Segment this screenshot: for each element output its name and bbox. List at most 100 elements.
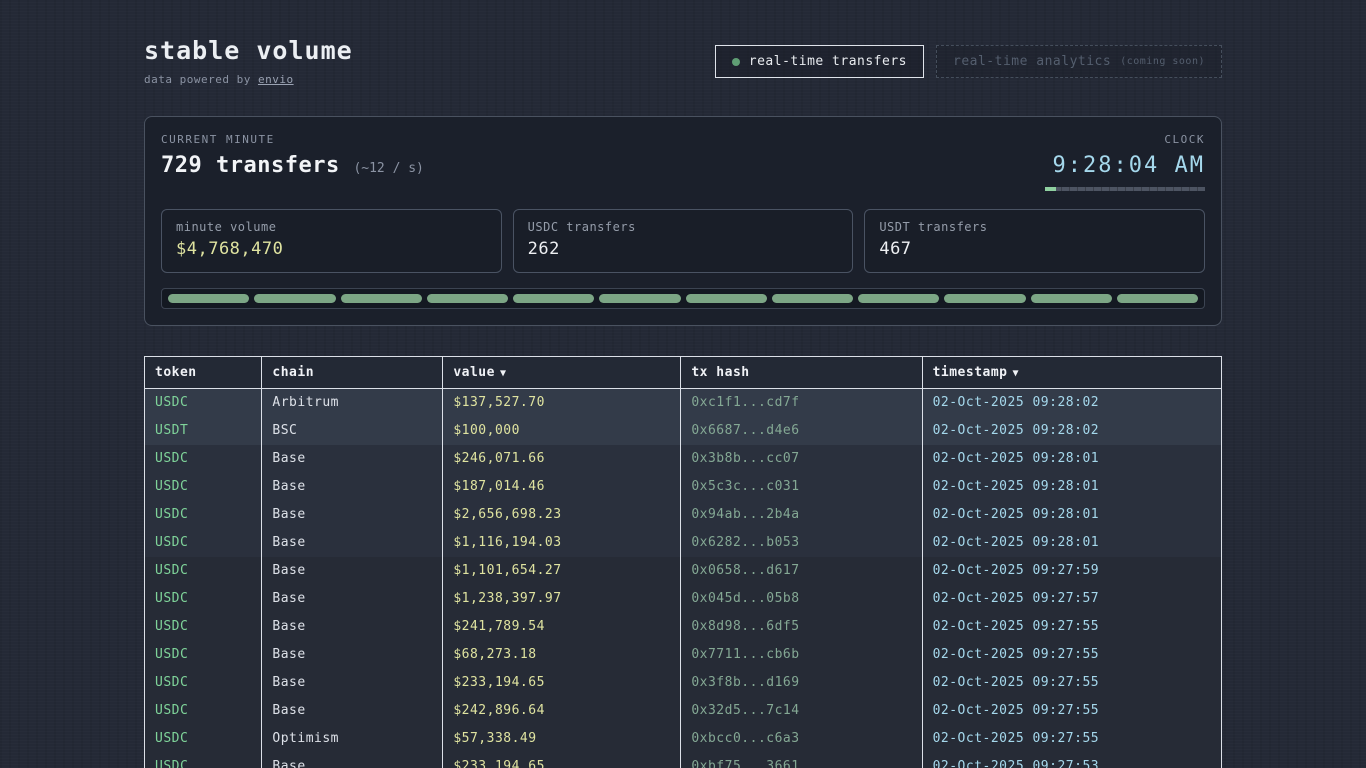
transfers-table-body: USDCArbitrum$137,527.700xc1f1...cd7f02-O… [145, 389, 1222, 768]
tab-real-time-transfers[interactable]: real-time transfers [715, 45, 924, 78]
table-row[interactable]: USDTBSC$100,0000x6687...d4e602-Oct-2025 … [145, 417, 1222, 445]
table-row[interactable]: USDCBase$1,101,654.270x0658...d61702-Oct… [145, 557, 1222, 585]
cell-timestamp: 02-Oct-2025 09:28:01 [922, 501, 1221, 529]
clock-label: CLOCK [1045, 133, 1205, 146]
live-dot-icon [732, 58, 740, 66]
table-row[interactable]: USDCBase$1,238,397.970x045d...05b802-Oct… [145, 585, 1222, 613]
column-header-token[interactable]: token [145, 357, 262, 389]
cell-value: $187,014.46 [443, 473, 681, 501]
cell-chain: Base [262, 445, 443, 473]
cell-chain: BSC [262, 417, 443, 445]
clock-progress-fill [1045, 187, 1056, 191]
cell-hash[interactable]: 0x0658...d617 [681, 557, 922, 585]
table-row[interactable]: USDCBase$187,014.460x5c3c...c03102-Oct-2… [145, 473, 1222, 501]
cell-chain: Base [262, 501, 443, 529]
cell-token: USDC [145, 725, 262, 753]
header: stable volume data powered by envio real… [144, 36, 1222, 86]
usdt-transfers-value: 467 [879, 239, 1190, 259]
cell-timestamp: 02-Oct-2025 09:28:02 [922, 417, 1221, 445]
table-row[interactable]: USDCBase$241,789.540x8d98...6df502-Oct-2… [145, 613, 1222, 641]
usdc-transfers-value: 262 [528, 239, 839, 259]
table-row[interactable]: USDCBase$2,656,698.230x94ab...2b4a02-Oct… [145, 501, 1222, 529]
cell-value: $246,071.66 [443, 445, 681, 473]
minute-volume-label: minute volume [176, 220, 487, 234]
column-header-chain[interactable]: chain [262, 357, 443, 389]
cell-value: $241,789.54 [443, 613, 681, 641]
minute-segment [1031, 294, 1112, 303]
cell-chain: Base [262, 585, 443, 613]
current-minute-card: CURRENT MINUTE 729 transfers (~12 / s) C… [144, 116, 1222, 326]
minute-segment [686, 294, 767, 303]
cell-hash[interactable]: 0x94ab...2b4a [681, 501, 922, 529]
cell-value: $1,116,194.03 [443, 529, 681, 557]
cell-token: USDC [145, 501, 262, 529]
stat-sub-cards: minute volume $4,768,470 USDC transfers … [161, 209, 1205, 273]
cell-hash[interactable]: 0x7711...cb6b [681, 641, 922, 669]
powered-by: data powered by envio [144, 73, 353, 86]
cell-hash[interactable]: 0xbcc0...c6a3 [681, 725, 922, 753]
cell-hash[interactable]: 0xc1f1...cd7f [681, 389, 922, 417]
cell-hash[interactable]: 0x045d...05b8 [681, 585, 922, 613]
tab-real-time-analytics: real-time analytics (coming soon) [936, 45, 1222, 78]
cell-chain: Base [262, 529, 443, 557]
cell-hash[interactable]: 0x3f8b...d169 [681, 669, 922, 697]
stats-top-row: CURRENT MINUTE 729 transfers (~12 / s) C… [161, 133, 1205, 191]
cell-value: $1,238,397.97 [443, 585, 681, 613]
cell-hash[interactable]: 0x6282...b053 [681, 529, 922, 557]
table-row[interactable]: USDCBase$1,116,194.030x6282...b05302-Oct… [145, 529, 1222, 557]
sort-desc-icon: ▼ [1013, 368, 1020, 379]
minute-segment [513, 294, 594, 303]
clock-time: 9:28:04 AM [1045, 153, 1205, 178]
cell-token: USDC [145, 641, 262, 669]
cell-timestamp: 02-Oct-2025 09:27:55 [922, 697, 1221, 725]
cell-timestamp: 02-Oct-2025 09:27:59 [922, 557, 1221, 585]
cell-value: $233,194.65 [443, 753, 681, 768]
minute-segment [168, 294, 249, 303]
cell-hash[interactable]: 0x8d98...6df5 [681, 613, 922, 641]
cell-token: USDC [145, 613, 262, 641]
cell-timestamp: 02-Oct-2025 09:27:55 [922, 641, 1221, 669]
envio-link[interactable]: envio [258, 73, 294, 86]
table-row[interactable]: USDCBase$233,194.650xbf75...366102-Oct-2… [145, 753, 1222, 768]
column-header-value[interactable]: value▼ [443, 357, 681, 389]
usdc-transfers-card: USDC transfers 262 [513, 209, 854, 273]
cell-chain: Optimism [262, 725, 443, 753]
cell-token: USDT [145, 417, 262, 445]
cell-timestamp: 02-Oct-2025 09:27:55 [922, 669, 1221, 697]
table-row[interactable]: USDCOptimism$57,338.490xbcc0...c6a302-Oc… [145, 725, 1222, 753]
cell-token: USDC [145, 697, 262, 725]
cell-hash[interactable]: 0xbf75...3661 [681, 753, 922, 768]
transfers-count-value: 729 transfers [161, 153, 340, 178]
cell-token: USDC [145, 669, 262, 697]
cell-token: USDC [145, 389, 262, 417]
column-header-tx-hash[interactable]: tx hash [681, 357, 922, 389]
table-row[interactable]: USDCBase$242,896.640x32d5...7c1402-Oct-2… [145, 697, 1222, 725]
cell-chain: Base [262, 473, 443, 501]
cell-token: USDC [145, 557, 262, 585]
minute-volume-card: minute volume $4,768,470 [161, 209, 502, 273]
table-row[interactable]: USDCArbitrum$137,527.700xc1f1...cd7f02-O… [145, 389, 1222, 417]
cell-value: $1,101,654.27 [443, 557, 681, 585]
minute-segments [161, 288, 1205, 309]
column-header-timestamp[interactable]: timestamp▼ [922, 357, 1221, 389]
table-row[interactable]: USDCBase$246,071.660x3b8b...cc0702-Oct-2… [145, 445, 1222, 473]
cell-timestamp: 02-Oct-2025 09:28:01 [922, 473, 1221, 501]
sort-desc-icon: ▼ [500, 368, 507, 379]
coming-soon-badge: (coming soon) [1120, 56, 1205, 67]
usdc-transfers-label: USDC transfers [528, 220, 839, 234]
cell-hash[interactable]: 0x32d5...7c14 [681, 697, 922, 725]
table-header: token chain value▼ tx hash timestamp▼ [145, 357, 1222, 389]
table-row[interactable]: USDCBase$68,273.180x7711...cb6b02-Oct-20… [145, 641, 1222, 669]
minute-segment [254, 294, 335, 303]
minute-volume-value: $4,768,470 [176, 239, 487, 259]
cell-value: $100,000 [443, 417, 681, 445]
cell-hash[interactable]: 0x5c3c...c031 [681, 473, 922, 501]
table-row[interactable]: USDCBase$233,194.650x3f8b...d16902-Oct-2… [145, 669, 1222, 697]
cell-hash[interactable]: 0x3b8b...cc07 [681, 445, 922, 473]
view-tabs: real-time transfers real-time analytics … [715, 45, 1222, 78]
cell-value: $233,194.65 [443, 669, 681, 697]
cell-hash[interactable]: 0x6687...d4e6 [681, 417, 922, 445]
cell-token: USDC [145, 473, 262, 501]
cell-value: $137,527.70 [443, 389, 681, 417]
minute-segment [427, 294, 508, 303]
